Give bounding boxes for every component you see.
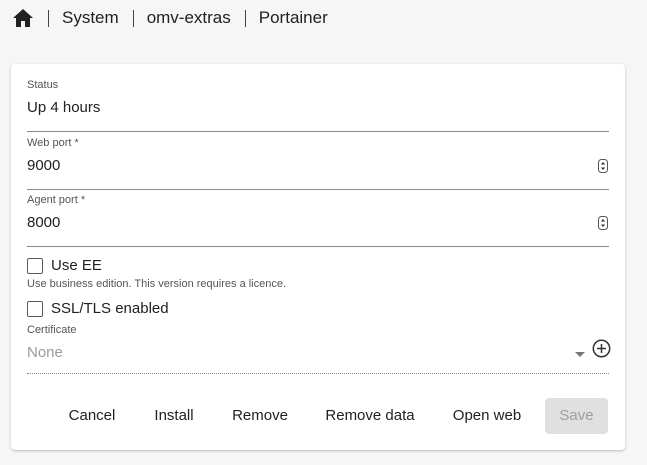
breadcrumb-item-system[interactable]: System bbox=[62, 8, 119, 28]
breadcrumb-item-omv-extras[interactable]: omv-extras bbox=[147, 8, 231, 28]
breadcrumb-separator bbox=[132, 9, 134, 27]
spinner-icon[interactable] bbox=[598, 216, 608, 230]
ssl-row: SSL/TLS enabled bbox=[27, 300, 169, 317]
open-web-button[interactable]: Open web bbox=[443, 398, 531, 434]
use-ee-label[interactable]: Use EE bbox=[51, 257, 102, 274]
spinner-icon[interactable] bbox=[598, 159, 608, 173]
cancel-button[interactable]: Cancel bbox=[57, 398, 127, 434]
portainer-settings-card: Status Up 4 hours Web port * 9000 Agent … bbox=[11, 64, 625, 450]
web-port-label: Web port * bbox=[27, 137, 79, 149]
status-field: Status Up 4 hours bbox=[27, 79, 609, 132]
web-port-value: 9000 bbox=[27, 157, 61, 174]
remove-data-button[interactable]: Remove data bbox=[317, 398, 423, 434]
status-text: Up 4 hours bbox=[27, 99, 101, 116]
ssl-checkbox[interactable] bbox=[27, 300, 43, 317]
save-button[interactable]: Save bbox=[545, 398, 608, 434]
home-icon[interactable] bbox=[12, 8, 34, 28]
breadcrumb: System omv-extras Portainer bbox=[12, 6, 328, 30]
install-button[interactable]: Install bbox=[144, 398, 204, 434]
web-port-field: Web port * 9000 bbox=[27, 137, 609, 190]
breadcrumb-separator bbox=[244, 9, 246, 27]
certificate-select[interactable]: None bbox=[27, 339, 611, 374]
certificate-value: None bbox=[27, 344, 63, 361]
certificate-label: Certificate bbox=[27, 324, 77, 336]
breadcrumb-separator bbox=[48, 9, 49, 27]
agent-port-input[interactable]: 8000 bbox=[27, 214, 609, 247]
use-ee-row: Use EE bbox=[27, 257, 102, 274]
status-value: Up 4 hours bbox=[27, 99, 609, 132]
agent-port-label: Agent port * bbox=[27, 194, 86, 206]
breadcrumb-item-portainer: Portainer bbox=[258, 8, 328, 27]
status-label: Status bbox=[27, 79, 59, 91]
remove-button[interactable]: Remove bbox=[223, 398, 297, 434]
agent-port-value: 8000 bbox=[27, 214, 61, 231]
web-port-input[interactable]: 9000 bbox=[27, 157, 609, 190]
action-bar: Cancel Install Remove Remove data Open w… bbox=[11, 398, 625, 434]
use-ee-checkbox[interactable] bbox=[27, 257, 43, 274]
ssl-label[interactable]: SSL/TLS enabled bbox=[51, 300, 169, 317]
agent-port-field: Agent port * 8000 bbox=[27, 194, 609, 247]
add-circle-icon[interactable] bbox=[592, 339, 611, 358]
certificate-field: Certificate None bbox=[27, 324, 611, 374]
use-ee-hint: Use business edition. This version requi… bbox=[27, 278, 287, 290]
dropdown-arrow-icon[interactable] bbox=[575, 352, 585, 357]
